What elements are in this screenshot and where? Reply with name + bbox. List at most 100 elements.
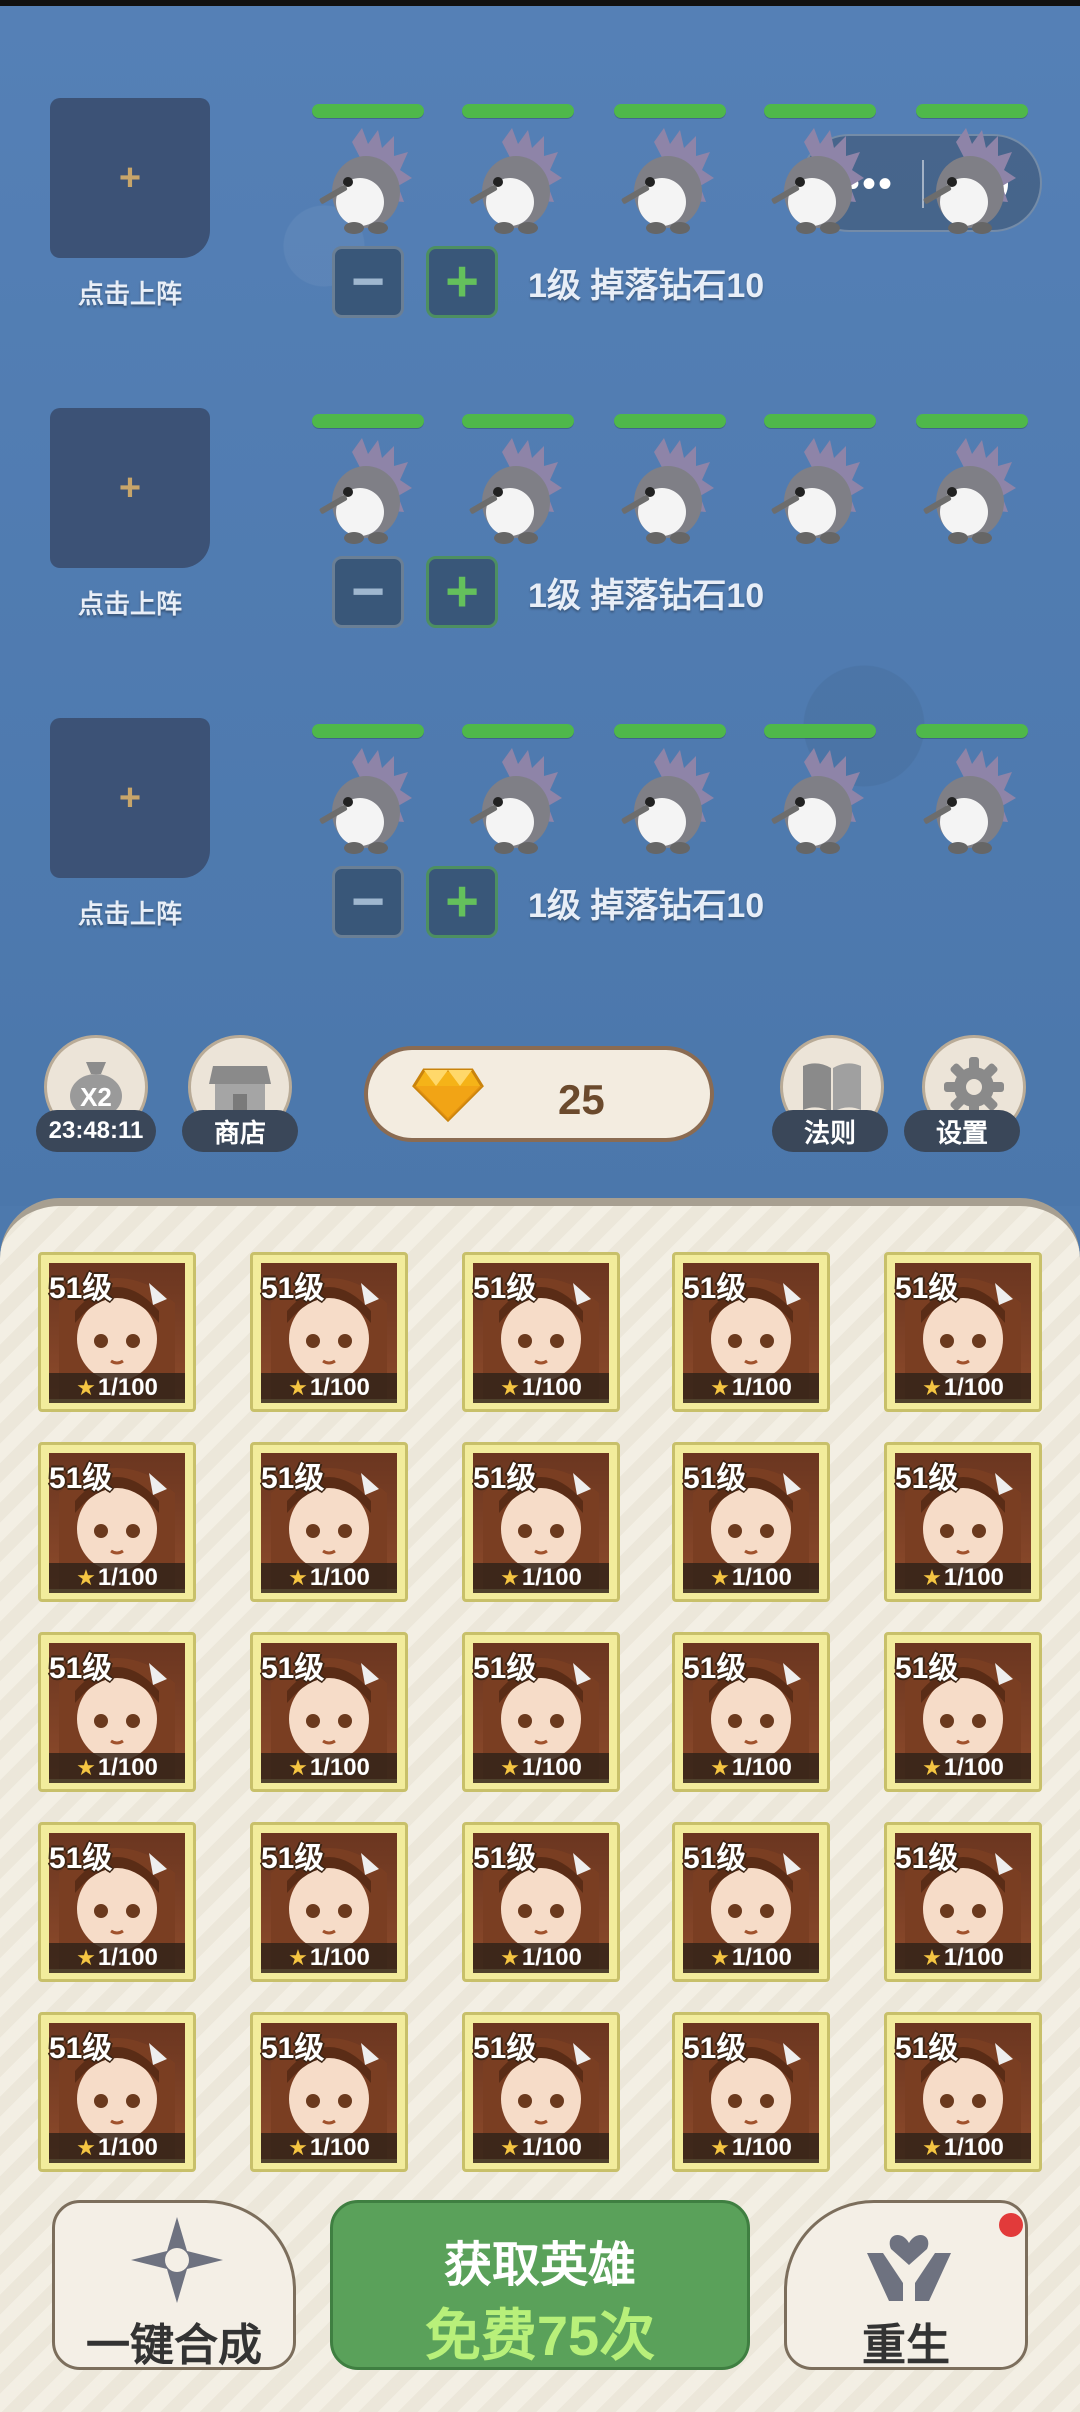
sparkle-icon [131, 2217, 223, 2303]
star-icon: ★ [922, 1565, 942, 1590]
hero-card[interactable]: 51级 ★ 1/100 [38, 1252, 196, 1412]
hedgehog-enemy-icon [621, 748, 714, 854]
hero-level: 51级 [261, 1842, 325, 1875]
hero-star-progress: ★ 1/100 [261, 1753, 397, 1783]
hero-star-count: 1/100 [97, 1374, 158, 1401]
hedgehog-enemy-icon [469, 438, 562, 544]
hero-star-progress: ★ 1/100 [473, 2133, 609, 2163]
level-up-button[interactable]: + [426, 246, 498, 318]
level-down-button[interactable]: − [332, 556, 404, 628]
hedgehog-enemy-icon [923, 128, 1016, 234]
enemy-hp-bar [916, 724, 1028, 738]
hero-level: 51级 [473, 1272, 537, 1305]
hero-card[interactable]: 51级 ★ 1/100 [38, 1822, 196, 1982]
hero-card[interactable]: 51级 ★ 1/100 [250, 2012, 408, 2172]
hero-star-count: 1/100 [943, 1944, 1004, 1971]
star-icon: ★ [500, 1755, 520, 1780]
hero-card[interactable]: 51级 ★ 1/100 [462, 1632, 620, 1792]
hero-star-progress: ★ 1/100 [683, 1373, 819, 1403]
hero-star-progress: ★ 1/100 [895, 1373, 1031, 1403]
hero-star-progress: ★ 1/100 [895, 1753, 1031, 1783]
star-icon: ★ [710, 1755, 730, 1780]
get-hero-title: 获取英雄 [443, 2239, 636, 2292]
star-icon: ★ [922, 1945, 942, 1970]
hero-card[interactable]: 51级 ★ 1/100 [462, 1822, 620, 1982]
star-icon: ★ [710, 1565, 730, 1590]
diamond-icon [412, 1068, 484, 1123]
hero-level: 51级 [895, 1652, 959, 1685]
hero-star-progress: ★ 1/100 [49, 2133, 185, 2163]
hero-star-count: 1/100 [521, 1944, 582, 1971]
hero-card[interactable]: 51级 ★ 1/100 [250, 1822, 408, 1982]
hero-card[interactable]: 51级 ★ 1/100 [462, 1252, 620, 1412]
level-down-button[interactable]: − [332, 246, 404, 318]
star-icon: ★ [288, 1945, 308, 1970]
hero-card[interactable]: 51级 ★ 1/100 [884, 1632, 1042, 1792]
hero-card[interactable]: 51级 ★ 1/100 [38, 1632, 196, 1792]
hero-star-count: 1/100 [943, 1564, 1004, 1591]
hero-card[interactable]: 51级 ★ 1/100 [672, 1632, 830, 1792]
hedgehog-enemy-icon [923, 748, 1016, 854]
hero-star-count: 1/100 [731, 1374, 792, 1401]
hedgehog-enemy-icon [771, 748, 864, 854]
auto-merge-button[interactable]: 一键合成 [52, 2200, 296, 2370]
shop-label: 商店 [182, 1110, 298, 1152]
hero-level: 51级 [49, 1842, 113, 1875]
hero-card[interactable]: 51级 ★ 1/100 [462, 2012, 620, 2172]
hero-star-count: 1/100 [731, 1564, 792, 1591]
enemy-unit [614, 724, 726, 864]
hero-card[interactable]: 51级 ★ 1/100 [884, 1252, 1042, 1412]
hero-card[interactable]: 51级 ★ 1/100 [38, 2012, 196, 2172]
hero-star-progress: ★ 1/100 [683, 1753, 819, 1783]
hero-star-progress: ★ 1/100 [49, 1753, 185, 1783]
enemy-unit [312, 724, 424, 864]
hero-star-count: 1/100 [309, 1754, 370, 1781]
hedgehog-enemy-icon [469, 748, 562, 854]
hero-star-progress: ★ 1/100 [683, 2133, 819, 2163]
enemy-hp-bar [764, 724, 876, 738]
level-up-button[interactable]: + [426, 866, 498, 938]
hero-card[interactable]: 51级 ★ 1/100 [672, 1442, 830, 1602]
rebirth-label: 重生 [862, 2321, 950, 2370]
hero-level: 51级 [895, 2032, 959, 2065]
enemy-hp-bar [312, 724, 424, 738]
hero-card[interactable]: 51级 ★ 1/100 [250, 1632, 408, 1792]
hero-star-count: 1/100 [309, 1374, 370, 1401]
star-icon: ★ [288, 1375, 308, 1400]
hero-card[interactable]: 51级 ★ 1/100 [462, 1442, 620, 1602]
star-icon: ★ [76, 2135, 96, 2160]
star-icon: ★ [500, 1375, 520, 1400]
enemy-hp-bar [764, 104, 876, 118]
hero-level: 51级 [473, 1842, 537, 1875]
deploy-slot[interactable]: + [50, 408, 210, 568]
hero-card[interactable]: 51级 ★ 1/100 [250, 1442, 408, 1602]
enemy-unit [312, 414, 424, 554]
get-hero-button[interactable]: 获取英雄 免费75次 [330, 2200, 750, 2370]
hero-star-count: 1/100 [943, 2134, 1004, 2161]
hero-card[interactable]: 51级 ★ 1/100 [884, 1442, 1042, 1602]
star-icon: ★ [500, 2135, 520, 2160]
hero-card[interactable]: 51级 ★ 1/100 [672, 2012, 830, 2172]
rebirth-button[interactable]: 重生 [784, 2200, 1028, 2370]
hero-card[interactable]: 51级 ★ 1/100 [38, 1442, 196, 1602]
hero-star-count: 1/100 [731, 2134, 792, 2161]
hero-card[interactable]: 51级 ★ 1/100 [884, 1822, 1042, 1982]
hero-star-progress: ★ 1/100 [683, 1943, 819, 1973]
hero-star-count: 1/100 [731, 1754, 792, 1781]
enemy-hp-bar [614, 414, 726, 428]
deploy-slot[interactable]: + [50, 718, 210, 878]
hero-star-count: 1/100 [521, 2134, 582, 2161]
level-down-button[interactable]: − [332, 866, 404, 938]
plus-icon: + [118, 776, 142, 819]
hero-card[interactable]: 51级 ★ 1/100 [250, 1252, 408, 1412]
plus-icon: + [118, 466, 142, 509]
hero-card[interactable]: 51级 ★ 1/100 [672, 1822, 830, 1982]
deploy-slot[interactable]: + [50, 98, 210, 258]
hero-star-count: 1/100 [943, 1374, 1004, 1401]
hero-card[interactable]: 51级 ★ 1/100 [884, 2012, 1042, 2172]
get-hero-free-count: 免费75次 [424, 2304, 656, 2367]
deploy-slot-label: 点击上阵 [77, 589, 182, 619]
notification-dot [999, 2213, 1023, 2237]
level-up-button[interactable]: + [426, 556, 498, 628]
hero-card[interactable]: 51级 ★ 1/100 [672, 1252, 830, 1412]
